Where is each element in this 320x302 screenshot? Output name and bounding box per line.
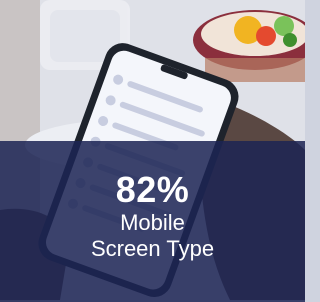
stat-label-line-1: Mobile (120, 210, 185, 235)
stat-label-line-2: Screen Type (90, 236, 215, 261)
stat-card: 82% Mobile Screen Type (0, 0, 305, 302)
stat-block: 82% Mobile Screen Type (0, 170, 305, 262)
stat-percentage: 82% (115, 169, 190, 210)
